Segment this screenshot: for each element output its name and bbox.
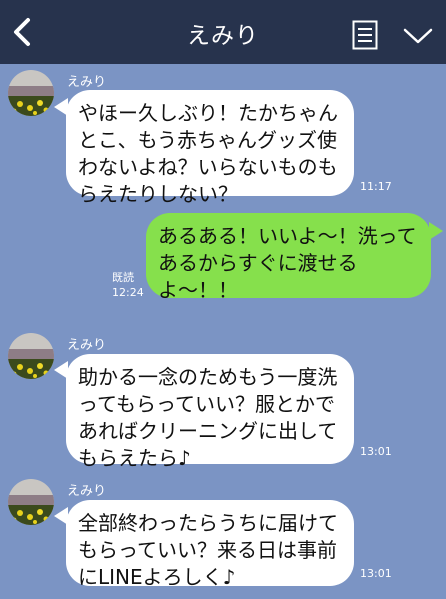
message-time: 11:17 bbox=[360, 180, 392, 193]
avatar-image bbox=[8, 70, 54, 116]
bubble-tail bbox=[429, 222, 443, 240]
message-time: 13:01 bbox=[360, 567, 392, 580]
chat-header: えみり bbox=[0, 0, 446, 64]
message-bubble-incoming[interactable]: 助かる一念のためもう一度洗ってもらっていい？服とかであればクリーニングに出しても… bbox=[66, 354, 354, 470]
chevron-down-icon bbox=[403, 28, 433, 44]
memo-icon bbox=[352, 20, 378, 50]
menu-toggle-button[interactable] bbox=[402, 26, 434, 46]
message-bubble-incoming[interactable]: 全部終わったらうちに届けてもらっていい？来る日は事前にLINEよろしく♪ bbox=[66, 500, 354, 589]
avatar[interactable] bbox=[8, 479, 54, 525]
message-bubble-incoming[interactable]: やほー久しぶり！たかちゃんとこ、もう赤ちゃんグッズ使わないよね？いらないものもら… bbox=[66, 90, 354, 206]
message-time: 13:01 bbox=[360, 445, 392, 458]
message-time: 12:24 bbox=[112, 286, 144, 299]
avatar-image bbox=[8, 479, 54, 525]
sender-name: えみり bbox=[67, 75, 107, 90]
sender-name: えみり bbox=[67, 484, 107, 499]
chat-title: えみり bbox=[187, 23, 259, 49]
avatar-image bbox=[8, 333, 54, 379]
sender-name: えみり bbox=[67, 338, 107, 353]
message-bubble-outgoing[interactable]: あるある！いいよ〜！洗ってあるからすぐに渡せるよ〜！！ bbox=[146, 213, 431, 302]
avatar[interactable] bbox=[8, 70, 54, 116]
memo-button[interactable] bbox=[352, 20, 378, 50]
read-receipt: 既読 bbox=[112, 271, 134, 284]
avatar[interactable] bbox=[8, 333, 54, 379]
